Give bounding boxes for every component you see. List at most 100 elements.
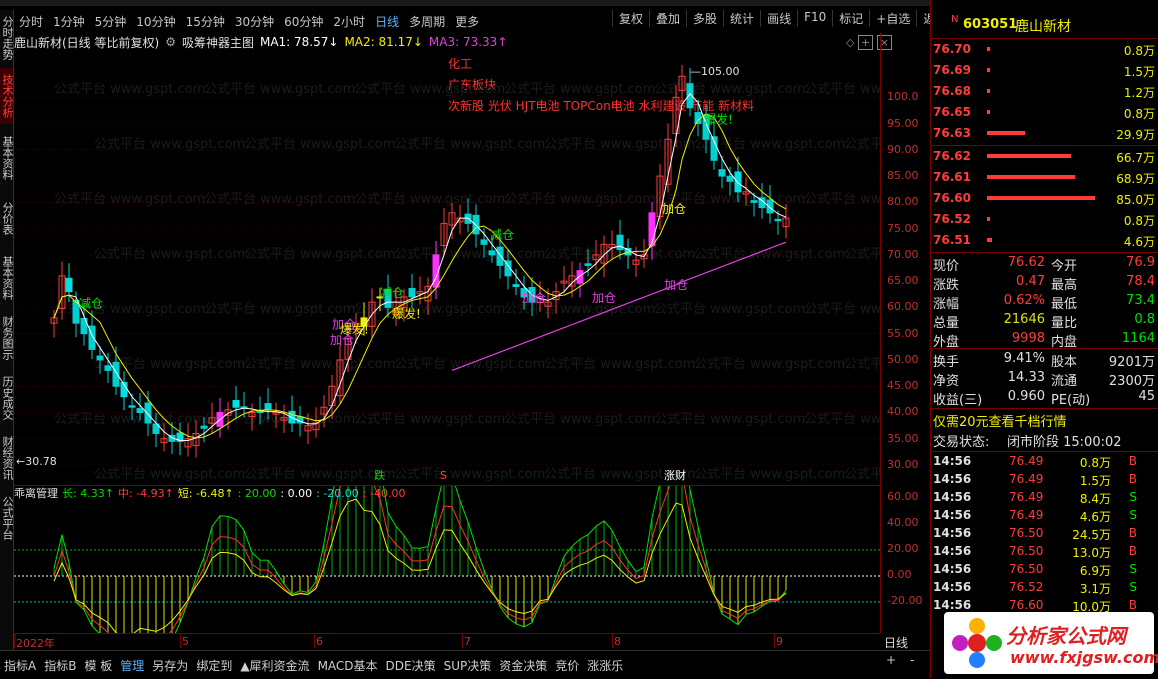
tool-button-4[interactable]: 画线 <box>760 10 797 27</box>
tick-side: B <box>1128 472 1137 486</box>
sub-short-value: 短: -6.48↑ <box>177 487 234 500</box>
ask-row: 76.70 0.8万 <box>931 40 1158 58</box>
book-volume: 85.0万 <box>1116 193 1155 207</box>
tick-side: S <box>1129 490 1137 504</box>
candle-body <box>65 277 73 293</box>
price-tick: 85.00 <box>887 169 919 183</box>
book-price[interactable]: 76.51 <box>933 233 971 247</box>
book-price[interactable]: 76.62 <box>933 149 971 163</box>
period-tab-1[interactable]: 1分钟 <box>48 13 90 30</box>
period-tab-8[interactable]: 日线 <box>370 13 404 30</box>
period-tab-3[interactable]: 10分钟 <box>131 13 180 30</box>
ask-row: 76.63 29.9万 <box>931 124 1158 142</box>
book-price[interactable]: 76.68 <box>933 84 971 98</box>
book-volume-bar <box>987 175 1075 179</box>
period-tab-5[interactable]: 30分钟 <box>230 13 279 30</box>
bottom-tab-4[interactable]: 另存为 <box>148 657 192 674</box>
period-tab-2[interactable]: 5分钟 <box>90 13 132 30</box>
period-tab-9[interactable]: 多周期 <box>404 13 450 30</box>
bottom-tab-6[interactable]: ▲犀利资金流 <box>236 657 313 674</box>
tick-time: 14:56 <box>933 562 972 576</box>
axis-period-label[interactable]: 日线 <box>884 634 908 651</box>
stat2-value: 0.960 <box>1007 389 1045 404</box>
stat2-label-2: 流通 <box>1051 374 1078 389</box>
book-price[interactable]: 76.52 <box>933 212 971 226</box>
bias-indicator-chart[interactable] <box>14 485 880 634</box>
watermark-text: 公式平台 www.gspt.com <box>394 467 545 482</box>
tool-button-6[interactable]: 标记 <box>832 10 869 27</box>
candlestick-chart[interactable]: 公式平台 www.gspt.com 公式平台 www.gspt.com 公式平台 w… <box>14 33 880 485</box>
watermark-text: 公式平台 www.gspt.com <box>844 357 880 372</box>
bottom-tab-1[interactable]: 指标B <box>40 657 80 674</box>
tool-button-0[interactable]: 复权 <box>612 10 649 27</box>
bottom-tab-7[interactable]: MACD基本 <box>314 657 382 674</box>
tool-button-7[interactable]: +自选 <box>869 10 916 27</box>
left-tab-8[interactable]: 公式平台 <box>0 490 14 546</box>
left-tab-3[interactable]: 分价表 <box>0 190 14 246</box>
bottom-tab-3[interactable]: 管理 <box>116 657 148 674</box>
signal-label: 加仓 <box>664 278 688 292</box>
candle-body <box>734 171 742 193</box>
status-row: 交易状态: 闭市阶段 15:00:02 <box>931 431 1158 450</box>
watermark-text: 公式平台 www.gspt.com <box>654 412 805 427</box>
bottom-tab-10[interactable]: 资金决策 <box>495 657 551 674</box>
promo-text[interactable]: 仅需20元查看千档行情 <box>933 411 1067 430</box>
period-tab-0[interactable]: 分时 <box>14 13 48 30</box>
bottom-tab-11[interactable]: 竞价 <box>551 657 583 674</box>
tool-button-3[interactable]: 统计 <box>723 10 760 27</box>
stat-value-2: 76.9 <box>1126 255 1155 270</box>
zoom-out-button[interactable]: - <box>910 653 914 667</box>
tick-price: 76.50 <box>1009 526 1044 540</box>
stat-label: 现价 <box>933 259 960 274</box>
bottom-tab-0[interactable]: 指标A <box>0 657 40 674</box>
period-tab-7[interactable]: 2小时 <box>328 13 370 30</box>
stat-value: 76.62 <box>1007 255 1045 270</box>
tool-button-1[interactable]: 叠加 <box>649 10 686 27</box>
bottom-tab-2[interactable]: 模 板 <box>80 657 116 674</box>
bottom-tab-12[interactable]: 涨涨乐 <box>583 657 627 674</box>
book-price[interactable]: 76.69 <box>933 63 971 77</box>
period-tab-4[interactable]: 15分钟 <box>181 13 230 30</box>
bid-row: 76.51 4.6万 <box>931 231 1158 249</box>
left-tab-6[interactable]: 历史成交 <box>0 370 14 426</box>
period-tab-6[interactable]: 60分钟 <box>279 13 328 30</box>
watermark-text: 公式平台 www.gspt.com <box>54 412 205 427</box>
left-tab-5[interactable]: 财务图示 <box>0 310 14 366</box>
candle-body <box>96 355 104 361</box>
book-price[interactable]: 76.70 <box>933 42 971 56</box>
signal-label: 加仓 <box>662 202 686 216</box>
candle-body <box>480 239 488 245</box>
stat-value-2: 73.4 <box>1126 293 1155 308</box>
book-price[interactable]: 76.65 <box>933 105 971 119</box>
bottom-tab-5[interactable]: 绑定到 <box>192 657 236 674</box>
stat-label: 涨幅 <box>933 297 960 312</box>
left-tab-0[interactable]: 分时走势 <box>0 10 14 66</box>
left-tab-4[interactable]: 基本资料 <box>0 250 14 306</box>
book-price[interactable]: 76.63 <box>933 126 971 140</box>
watermark-text: 公式平台 www.gspt.com <box>544 357 695 372</box>
promo-row[interactable]: 仅需20元查看千档行情 <box>931 411 1158 430</box>
sub-long-value: 长: 4.33↑ <box>62 487 114 500</box>
price-tick: 90.00 <box>887 142 919 156</box>
bottom-tab-9[interactable]: SUP决策 <box>440 657 496 674</box>
tick-row: 14:56 76.49 4.6万 S <box>931 507 1158 525</box>
stat-value-2: 78.4 <box>1126 274 1155 289</box>
stat-label-2: 最高 <box>1051 278 1078 293</box>
candle-body <box>264 403 272 411</box>
sub-indicator-name[interactable]: 乖离管理 <box>14 485 58 501</box>
signal-label: 加仓 <box>522 291 546 305</box>
book-price[interactable]: 76.61 <box>933 170 971 184</box>
candle-body <box>512 284 520 287</box>
watermark-text: 公式平台 www.gspt.com <box>504 82 655 97</box>
book-price[interactable]: 76.60 <box>933 191 971 205</box>
tick-volume: 3.1万 <box>1079 582 1111 596</box>
tick-price: 76.52 <box>1009 580 1044 594</box>
left-tab-1[interactable]: 技术分析 <box>0 68 14 124</box>
left-tab-2[interactable]: 基本资料 <box>0 130 14 186</box>
left-tab-7[interactable]: 财经资讯 <box>0 430 14 486</box>
tool-button-2[interactable]: 多股 <box>686 10 723 27</box>
bottom-tab-8[interactable]: DDE决策 <box>382 657 440 674</box>
tool-button-5[interactable]: F10 <box>797 10 832 27</box>
period-tab-10[interactable]: 更多 <box>450 13 484 30</box>
zoom-in-button[interactable]: + <box>886 653 896 667</box>
